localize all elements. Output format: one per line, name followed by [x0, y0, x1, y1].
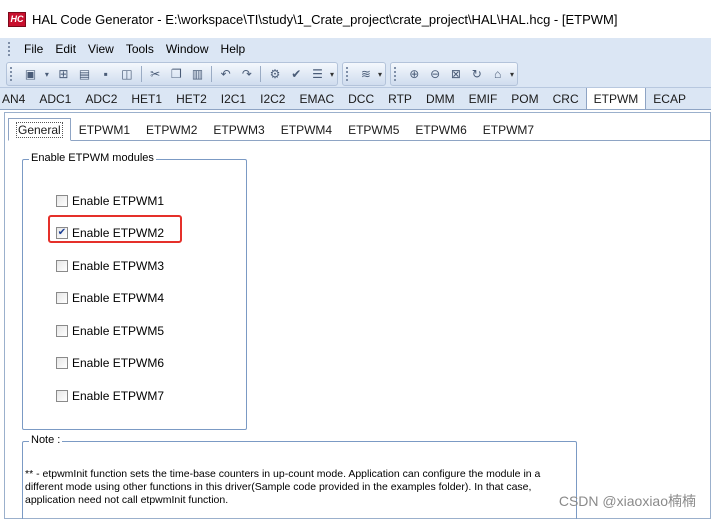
list-icon[interactable]: ☰: [309, 65, 326, 83]
checkbox-etpwm6-label: Enable ETPWM6: [72, 356, 165, 370]
toolbar-overflow-icon[interactable]: ▾: [330, 70, 334, 79]
open-icon[interactable]: ⊞: [55, 65, 72, 83]
undo-icon[interactable]: ↶: [217, 65, 234, 83]
paste-icon[interactable]: ▥: [189, 65, 206, 83]
checkbox-etpwm7-label: Enable ETPWM7: [72, 389, 165, 403]
checkbox-etpwm5-label: Enable ETPWM5: [72, 324, 165, 338]
menu-file[interactable]: File: [18, 42, 49, 56]
refresh-icon[interactable]: ↻: [468, 65, 485, 83]
module-tab-strip: AN4 ADC1 ADC2 HET1 HET2 I2C1 I2C2 EMAC D…: [0, 88, 711, 110]
open-folder-icon[interactable]: ▤: [76, 65, 93, 83]
tab-etpwm[interactable]: ETPWM: [585, 88, 647, 109]
checkbox-etpwm4-box[interactable]: [56, 292, 68, 304]
note-text: ** - etpwmInit function sets the time-ba…: [25, 468, 541, 506]
new-icon[interactable]: ▣: [22, 65, 39, 83]
zoom-in-icon[interactable]: ⊕: [406, 65, 423, 83]
tab-dmm[interactable]: DMM: [419, 89, 462, 109]
title-bar: HC HAL Code Generator - E:\workspace\TI\…: [0, 0, 711, 38]
check-icon[interactable]: ✔: [288, 65, 305, 83]
toolbar-separator: [260, 66, 262, 82]
tab-het1[interactable]: HET1: [124, 89, 169, 109]
tab-rtp[interactable]: RTP: [381, 89, 419, 109]
tab-general-label: General: [16, 121, 63, 138]
tab-general[interactable]: General: [8, 118, 71, 141]
tab-adc2[interactable]: ADC2: [78, 89, 124, 109]
toolbar-overflow-icon[interactable]: ▾: [510, 70, 514, 79]
zoom-out-icon[interactable]: ⊖: [427, 65, 444, 83]
cut-icon[interactable]: ✂: [147, 65, 164, 83]
redo-icon[interactable]: ↷: [238, 65, 255, 83]
checkbox-etpwm7-box[interactable]: [56, 390, 68, 402]
checkbox-etpwm3-box[interactable]: [56, 260, 68, 272]
close-doc-icon[interactable]: ⊠: [448, 65, 465, 83]
save-all-icon[interactable]: ◫: [118, 65, 135, 83]
checkbox-etpwm3-label: Enable ETPWM3: [72, 259, 165, 273]
toolbar-grip-icon[interactable]: [346, 67, 350, 81]
checkbox-etpwm7[interactable]: Enable ETPWM7: [56, 388, 164, 404]
checkbox-etpwm5[interactable]: Enable ETPWM5: [56, 323, 164, 339]
menu-bar: File Edit View Tools Window Help: [0, 38, 711, 60]
menu-edit[interactable]: Edit: [49, 42, 82, 56]
copy-icon[interactable]: ❐: [168, 65, 185, 83]
tab-ecap[interactable]: ECAP: [646, 89, 693, 109]
app-logo-icon: HC: [8, 11, 26, 27]
tab-etpwm1[interactable]: ETPWM1: [71, 120, 138, 140]
tab-fan4[interactable]: AN4: [0, 89, 32, 109]
toolbar: ▣ ▾ ⊞ ▤ ▪ ◫ ✂ ❐ ▥ ↶ ↷ ⚙ ✔ ☰ ▾ ≋ ▾ ⊕ ⊖ ⊠ …: [0, 60, 711, 88]
tab-etpwm2[interactable]: ETPWM2: [138, 120, 205, 140]
checkbox-etpwm6-box[interactable]: [56, 357, 68, 369]
menu-help[interactable]: Help: [215, 42, 252, 56]
menu-tools[interactable]: Tools: [120, 42, 160, 56]
enable-modules-legend: Enable ETPWM modules: [29, 152, 156, 164]
toolbar-grip-icon[interactable]: [10, 67, 14, 81]
toolbar-separator: [140, 66, 142, 82]
checkbox-etpwm3[interactable]: Enable ETPWM3: [56, 258, 164, 274]
toolbar-separator: [211, 66, 213, 82]
menu-window[interactable]: Window: [160, 42, 215, 56]
checkbox-etpwm4[interactable]: Enable ETPWM4: [56, 290, 164, 306]
tab-etpwm6[interactable]: ETPWM6: [407, 120, 474, 140]
stack-icon[interactable]: ≋: [358, 65, 374, 83]
sub-tab-strip: General ETPWM1 ETPWM2 ETPWM3 ETPWM4 ETPW…: [8, 117, 711, 141]
menu-grip-icon[interactable]: [8, 42, 12, 56]
toolbar-group-nav: ⊕ ⊖ ⊠ ↻ ⌂ ▾: [390, 62, 518, 86]
toolbar-group-stack: ≋ ▾: [342, 62, 386, 86]
checkbox-etpwm6[interactable]: Enable ETPWM6: [56, 355, 164, 371]
window-title: HAL Code Generator - E:\workspace\TI\stu…: [32, 11, 618, 27]
tab-emac[interactable]: EMAC: [292, 89, 341, 109]
watermark: CSDN @xiaoxiao楠楠: [558, 493, 696, 509]
note-legend: Note :: [29, 434, 63, 446]
save-icon[interactable]: ▪: [97, 65, 114, 83]
menu-view[interactable]: View: [82, 42, 120, 56]
tab-etpwm5[interactable]: ETPWM5: [340, 120, 407, 140]
toolbar-grip-icon[interactable]: [394, 67, 398, 81]
checkbox-etpwm5-box[interactable]: [56, 325, 68, 337]
tab-adc1[interactable]: ADC1: [32, 89, 78, 109]
checkbox-etpwm1-box[interactable]: [56, 195, 68, 207]
dropdown-icon[interactable]: ▾: [43, 65, 51, 83]
tab-etpwm7[interactable]: ETPWM7: [475, 120, 542, 140]
checkbox-etpwm1[interactable]: Enable ETPWM1: [56, 193, 164, 209]
tab-i2c1[interactable]: I2C1: [214, 89, 253, 109]
tab-i2c2[interactable]: I2C2: [253, 89, 292, 109]
tab-emif[interactable]: EMIF: [462, 89, 505, 109]
home-icon[interactable]: ⌂: [489, 65, 506, 83]
generate-icon[interactable]: ⚙: [266, 65, 283, 83]
toolbar-overflow-icon[interactable]: ▾: [378, 70, 382, 79]
tab-pom[interactable]: POM: [504, 89, 545, 109]
checkbox-etpwm4-label: Enable ETPWM4: [72, 291, 165, 305]
tab-etpwm4[interactable]: ETPWM4: [273, 120, 340, 140]
tab-dcc[interactable]: DCC: [341, 89, 381, 109]
tab-crc[interactable]: CRC: [546, 89, 586, 109]
tab-etpwm3[interactable]: ETPWM3: [205, 120, 272, 140]
highlight-annotation: [48, 215, 182, 243]
checkbox-etpwm1-label: Enable ETPWM1: [72, 194, 165, 208]
tab-het2[interactable]: HET2: [169, 89, 214, 109]
toolbar-group-main: ▣ ▾ ⊞ ▤ ▪ ◫ ✂ ❐ ▥ ↶ ↷ ⚙ ✔ ☰ ▾: [6, 62, 338, 86]
